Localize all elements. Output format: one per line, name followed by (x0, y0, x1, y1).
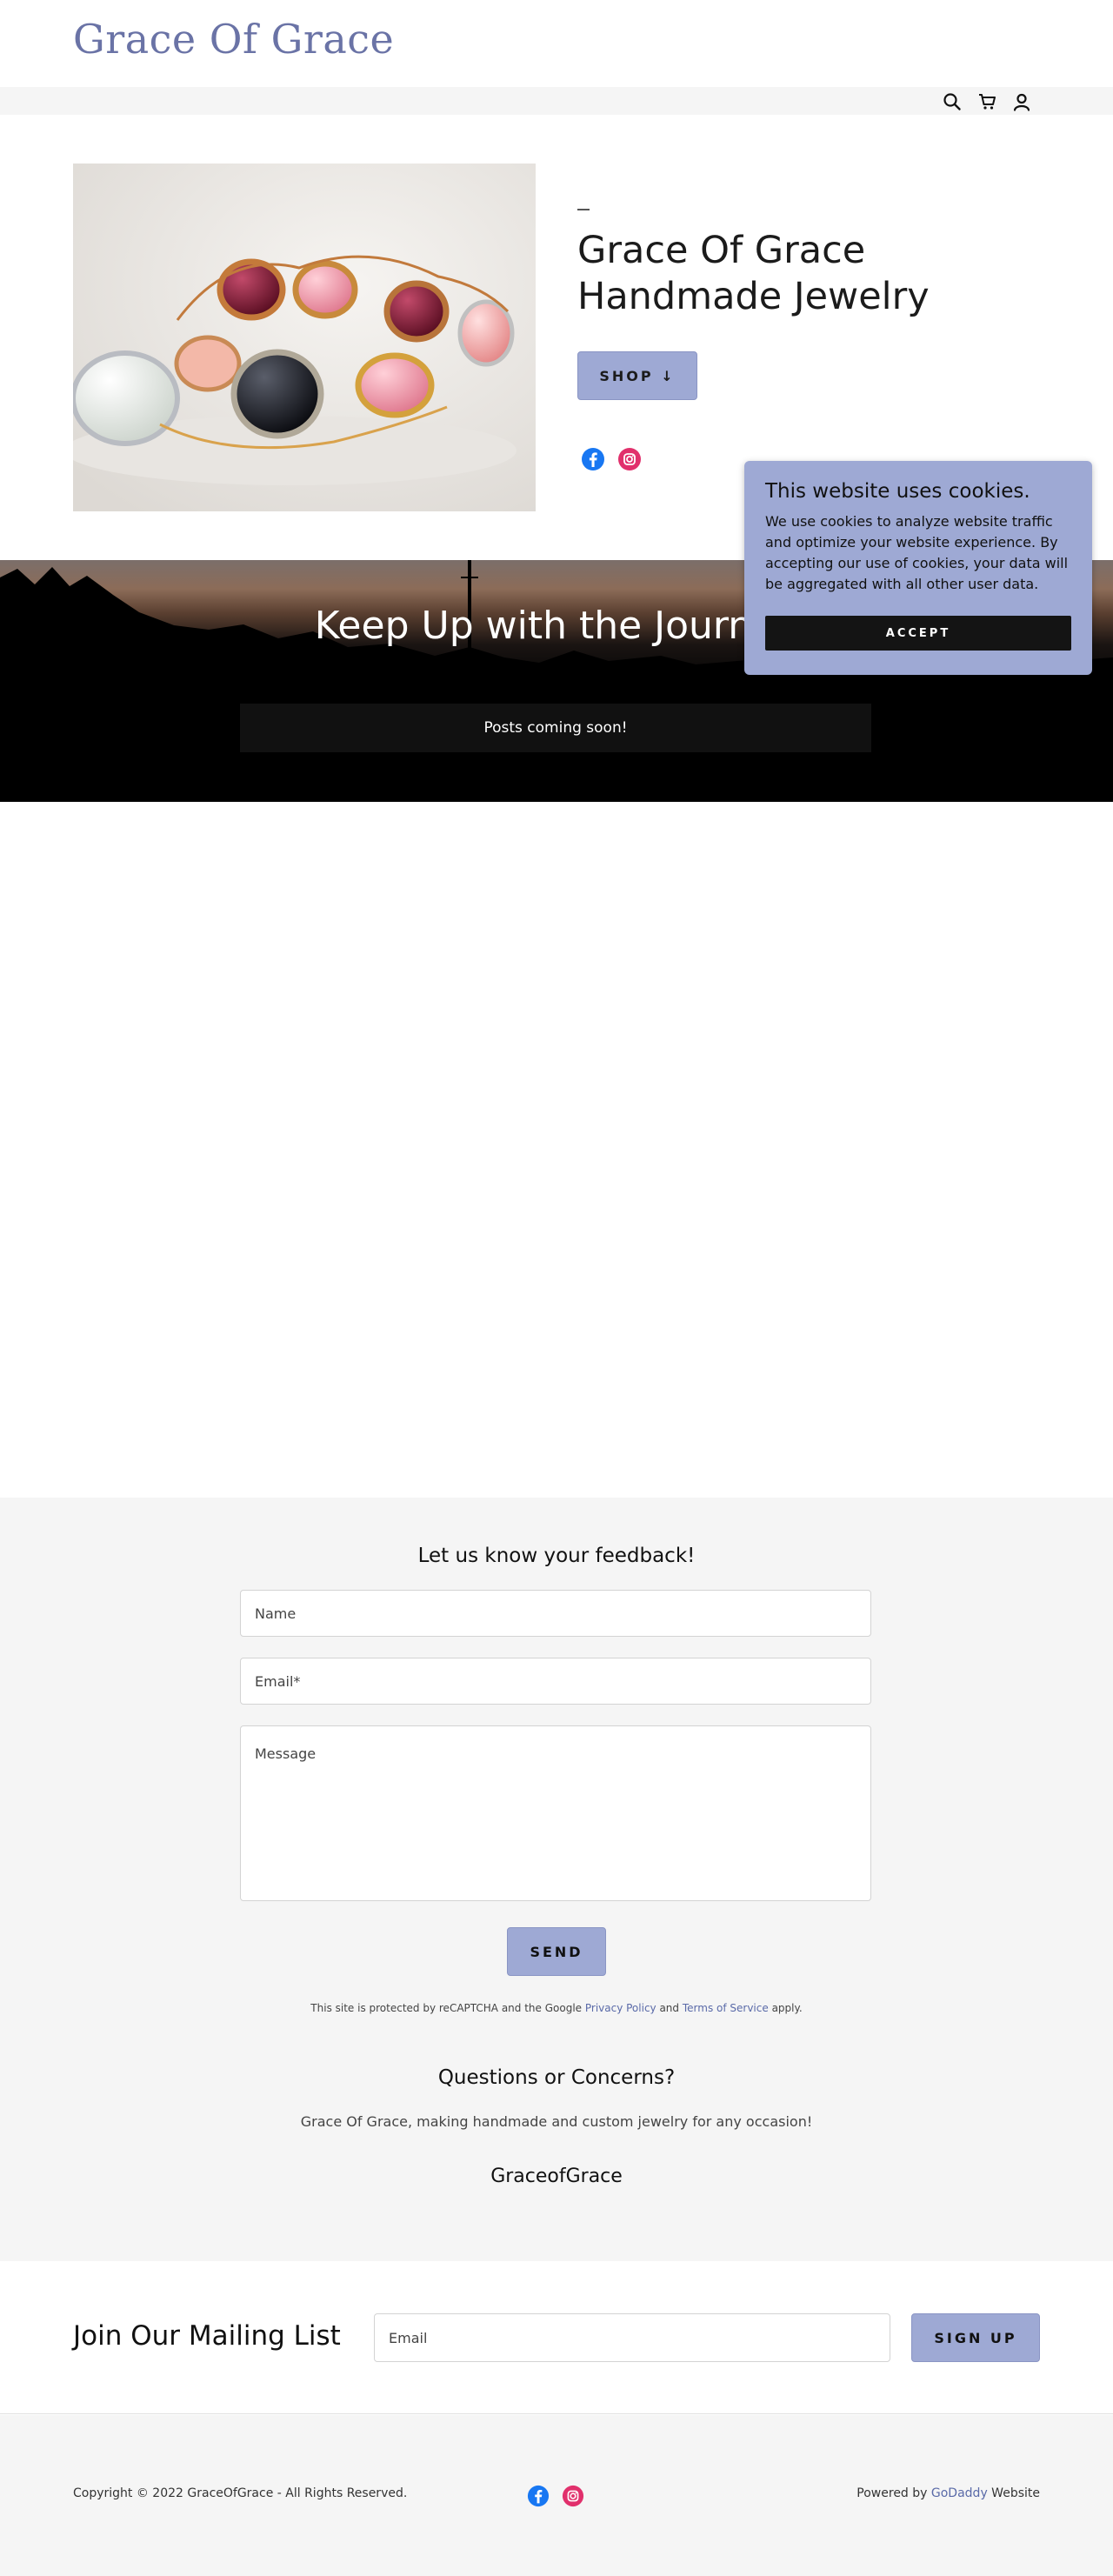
godaddy-link[interactable]: GoDaddy (931, 2486, 988, 2500)
site-title[interactable]: Grace Of Grace (73, 16, 394, 63)
utility-bar (0, 87, 1113, 115)
business-name: GraceofGrace (490, 2166, 623, 2187)
powered-by: Powered by GoDaddy Website (856, 2486, 1040, 2500)
hero-image (73, 164, 536, 511)
shop-button[interactable]: SHOP ↓ (577, 351, 697, 400)
sign-up-button[interactable]: SIGN UP (911, 2313, 1040, 2362)
site-header: Grace Of Grace (0, 0, 1113, 87)
name-field[interactable]: Name (240, 1590, 871, 1637)
email-field-placeholder: Email* (255, 1672, 301, 1690)
mailing-email-placeholder: Email (389, 2329, 428, 2346)
terms-of-service-link[interactable]: Terms of Service (683, 2002, 769, 2014)
posts-placeholder: Posts coming soon! (240, 704, 871, 752)
account-icon[interactable] (1012, 92, 1031, 111)
instagram-icon[interactable] (562, 2485, 584, 2507)
recaptcha-notice: This site is protected by reCAPTCHA and … (0, 2002, 1113, 2014)
cookie-title: This website uses cookies. (765, 480, 1030, 503)
facebook-icon[interactable] (527, 2485, 550, 2507)
facebook-icon[interactable] (581, 447, 605, 471)
cart-icon[interactable] (977, 92, 996, 111)
recaptcha-suffix: apply. (768, 2002, 803, 2014)
mailing-email-input[interactable]: Email (374, 2313, 890, 2362)
site-footer: Copyright © 2022 GraceOfGrace - All Righ… (0, 2415, 1113, 2576)
email-field[interactable]: Email* (240, 1658, 871, 1705)
recaptcha-text: This site is protected by reCAPTCHA and … (310, 2002, 585, 2014)
recaptcha-and: and (656, 2002, 683, 2014)
send-button[interactable]: SEND (507, 1927, 606, 1976)
cookie-banner: This website uses cookies. We use cookie… (744, 461, 1092, 675)
instagram-icon[interactable] (617, 447, 642, 471)
message-field-placeholder: Message (255, 1745, 317, 1762)
feedback-section: Let us know your feedback! Name Email* M… (0, 1498, 1113, 2261)
mailing-list-title: Join Our Mailing List (73, 2320, 341, 2352)
message-field[interactable]: Message (240, 1725, 871, 1901)
questions-heading: Questions or Concerns? (437, 2066, 676, 2089)
powered-by-suffix: Website (987, 2486, 1040, 2500)
feedback-heading: Let us know your feedback! (417, 1545, 696, 1567)
search-icon[interactable] (943, 92, 962, 111)
questions-text: Grace Of Grace, making handmade and cust… (300, 2113, 813, 2130)
cookie-text: We use cookies to analyze website traffi… (765, 513, 1069, 592)
hero-accent-line (577, 209, 590, 210)
name-field-placeholder: Name (255, 1605, 297, 1622)
copyright-text: Copyright © 2022 GraceOfGrace - All Righ… (73, 2486, 408, 2500)
privacy-policy-link[interactable]: Privacy Policy (585, 2002, 656, 2014)
accept-cookies-button[interactable]: ACCEPT (765, 616, 1071, 651)
mailing-list-section: Join Our Mailing List Email SIGN UP (0, 2261, 1113, 2414)
hero-title: Grace Of Grace Handmade Jewelry (577, 229, 930, 318)
powered-by-prefix: Powered by (856, 2486, 931, 2500)
